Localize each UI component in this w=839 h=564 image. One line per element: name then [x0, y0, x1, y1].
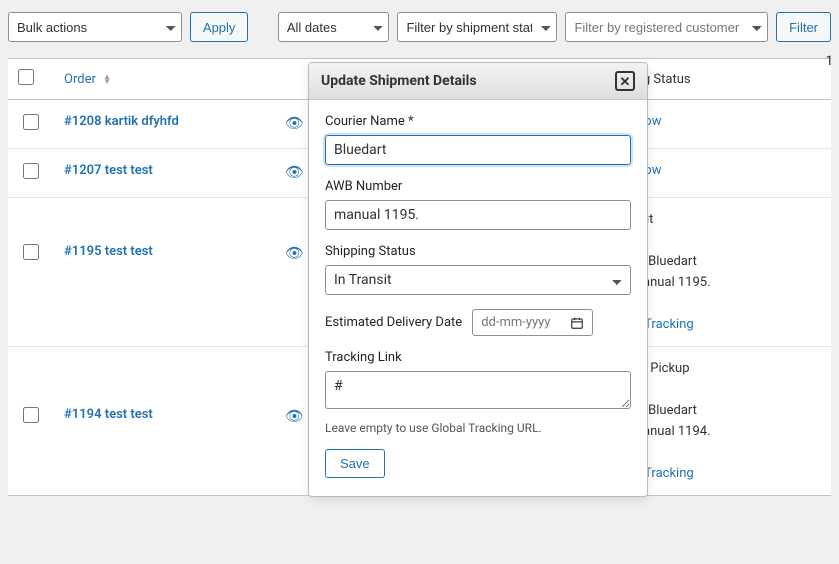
save-button[interactable]: Save — [325, 449, 385, 478]
shipping-status-label: Shipping Status — [325, 244, 631, 259]
bulk-actions-select[interactable]: Bulk actions — [8, 12, 182, 42]
row-checkbox[interactable] — [23, 244, 39, 260]
row-checkbox[interactable] — [23, 407, 39, 423]
modal-title: Update Shipment Details — [321, 73, 477, 89]
shipment-status-filter-select[interactable]: Filter by shipment status — [397, 12, 557, 42]
tracking-link-label: Tracking Link — [325, 350, 631, 365]
apply-button[interactable]: Apply — [190, 12, 249, 42]
shipping-status-select[interactable]: In Transit — [325, 265, 631, 295]
calendar-icon — [570, 316, 584, 330]
awb-number-label: AWB Number — [325, 179, 631, 194]
customer-filter-select[interactable]: Filter by registered customer — [565, 12, 768, 42]
date-filter-select[interactable]: All dates — [278, 12, 390, 42]
courier-name-label: Courier Name * — [325, 114, 631, 129]
row-checkbox[interactable] — [23, 163, 39, 179]
etd-date-input[interactable]: dd-mm-yyyy — [472, 309, 593, 336]
filter-button[interactable]: Filter — [776, 12, 831, 42]
courier-name-input[interactable] — [325, 135, 631, 165]
awb-number-input[interactable] — [325, 200, 631, 230]
close-icon[interactable]: ✕ — [615, 71, 635, 91]
sort-icon: ▲▼ — [103, 74, 111, 84]
order-link[interactable]: #1194 test test — [64, 407, 153, 422]
page-count: 1 — [826, 54, 833, 69]
etd-label: Estimated Delivery Date — [325, 315, 462, 330]
order-link[interactable]: #1207 test test — [64, 163, 153, 178]
order-column-header[interactable]: Order ▲▼ — [64, 72, 111, 87]
row-checkbox[interactable] — [23, 114, 39, 130]
order-link[interactable]: #1195 test test — [64, 244, 153, 259]
update-shipment-modal: Update Shipment Details ✕ Courier Name *… — [308, 62, 648, 497]
select-all-checkbox[interactable] — [18, 69, 34, 85]
tracking-link-hint: Leave empty to use Global Tracking URL. — [325, 421, 631, 435]
order-link[interactable]: #1208 kartik dfyhfd — [64, 114, 179, 129]
tracking-link-textarea[interactable] — [325, 371, 631, 409]
